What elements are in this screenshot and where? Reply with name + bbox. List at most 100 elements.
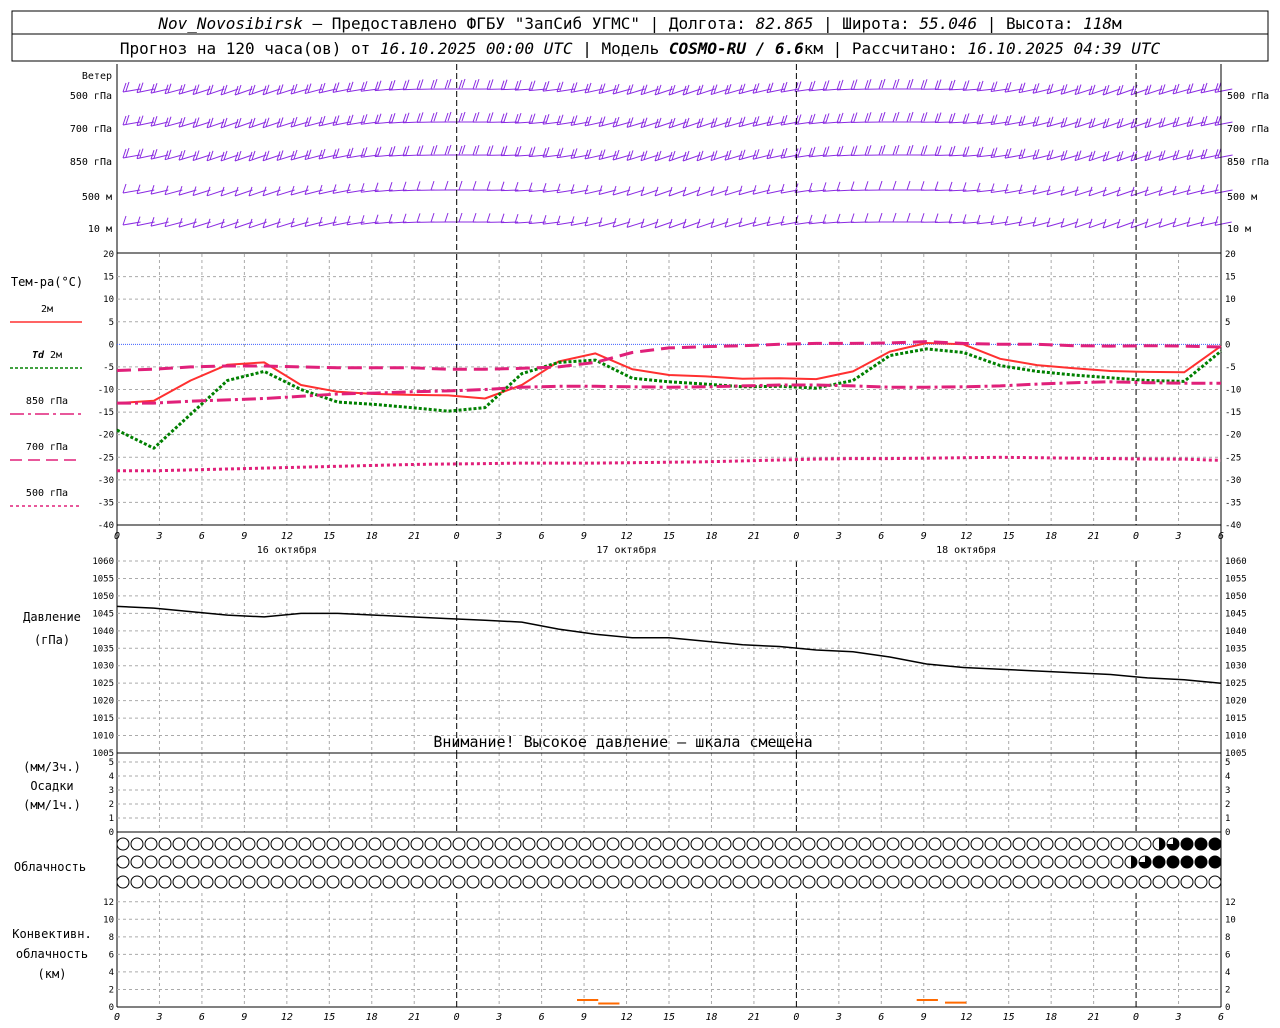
- cloud-circle: [649, 856, 661, 868]
- cloud-circle: [411, 876, 423, 888]
- time-tick: 6: [199, 1012, 205, 1023]
- cloud-circle: [299, 838, 311, 850]
- cloud-circle: [677, 876, 689, 888]
- cloud-circle: [943, 838, 955, 850]
- wind-level-label: 500 м: [82, 192, 112, 203]
- cloud-circle: [985, 856, 997, 868]
- cloud-circle: [1181, 856, 1193, 868]
- cloud-circle: [257, 876, 269, 888]
- cloud-circle: [1069, 856, 1081, 868]
- time-tick: 3: [155, 531, 162, 542]
- cloud-circle: [467, 838, 479, 850]
- pressure-ytick: 1010: [1225, 732, 1247, 742]
- pressure-ytick: 1025: [1225, 679, 1247, 689]
- cloud-circle: [299, 876, 311, 888]
- cloud-circle: [859, 838, 871, 850]
- temp-ytick: 5: [1225, 318, 1230, 328]
- cloud-circle: [761, 838, 773, 850]
- header-line2: Прогноз на 120 часа(ов) от 16.10.2025 00…: [120, 39, 1161, 58]
- cloud-circle: [915, 856, 927, 868]
- cloud-circle: [551, 876, 563, 888]
- time-tick: 15: [663, 531, 675, 542]
- cloud-circle: [789, 876, 801, 888]
- pressure-warning: Внимание! Высокое давление – шкала смеще…: [433, 733, 812, 751]
- cloud-circle: [1013, 876, 1025, 888]
- precip-ytick: 2: [109, 800, 114, 810]
- cloud-circle: [257, 838, 269, 850]
- cloud-circle: [425, 856, 437, 868]
- precip-unit-top: (мм/3ч.): [23, 760, 81, 774]
- cloud-circle: [229, 876, 241, 888]
- cloud-circle: [691, 838, 703, 850]
- cloud-circle: [775, 838, 787, 850]
- model-label: | Модель: [573, 39, 669, 58]
- cloud-circle: [789, 838, 801, 850]
- cloud-circle: [649, 838, 661, 850]
- cloud-circle: [453, 856, 465, 868]
- cloud-circle: [1181, 838, 1193, 850]
- cloud-circle: [999, 876, 1011, 888]
- alt-value: 118: [1083, 14, 1112, 33]
- temp-ytick: -35: [98, 498, 114, 508]
- time-tick: 12: [621, 531, 633, 542]
- cloud-circle: [201, 838, 213, 850]
- pressure-ytick: 1050: [1225, 592, 1247, 602]
- cloud-circle: [1153, 876, 1165, 888]
- pressure-ytick: 1035: [1225, 644, 1247, 654]
- cloud-circle: [1153, 856, 1165, 868]
- cloud-circle: [1041, 838, 1053, 850]
- time-tick: 15: [1003, 1012, 1015, 1023]
- cloud-circle: [411, 856, 423, 868]
- time-tick: 3: [1175, 1012, 1182, 1023]
- cloud-circle: [229, 838, 241, 850]
- conv-ytick: 4: [1225, 968, 1230, 978]
- cloud-circle: [747, 856, 759, 868]
- cloud-circle: [565, 876, 577, 888]
- cloud-circle: [383, 856, 395, 868]
- pressure-ytick: 1055: [1225, 574, 1247, 584]
- cloud-circle: [1195, 876, 1207, 888]
- time-tick: 12: [281, 531, 293, 542]
- cloud-circle: [117, 876, 129, 888]
- cloud-circle: [873, 876, 885, 888]
- cloud-circle: [607, 876, 619, 888]
- cloud-circle: [215, 838, 227, 850]
- cloud-circle: [943, 876, 955, 888]
- cloud-circle: [579, 856, 591, 868]
- temp-ytick: -20: [1225, 431, 1241, 441]
- pressure-ytick: 1040: [92, 627, 114, 637]
- meteogram-svg: Nov_Novosibirsk – Предоставлено ФГБУ "За…: [0, 0, 1280, 1024]
- conv-ytick: 8: [109, 933, 114, 943]
- cloud-circle: [243, 876, 255, 888]
- cloud-circle: [313, 838, 325, 850]
- cloud-circle: [159, 838, 171, 850]
- cloud-circle: [551, 838, 563, 850]
- cloud-circle: [495, 838, 507, 850]
- cloud-circle: [117, 838, 129, 850]
- wind-level-label: 500 м: [1227, 192, 1257, 203]
- lon-label: Долгота:: [669, 14, 756, 33]
- temp-ytick: -5: [103, 363, 114, 373]
- time-tick: 21: [1088, 531, 1100, 542]
- cloud-circle: [565, 838, 577, 850]
- temp-legend-label: 850 гПа: [26, 396, 68, 407]
- cloud-circle: [831, 856, 843, 868]
- cloud-circle: [1097, 856, 1109, 868]
- conv-title-2: облачность: [16, 947, 88, 961]
- cloud-circle: [355, 838, 367, 850]
- time-tick: 9: [241, 1012, 247, 1023]
- cloud-circle: [901, 876, 913, 888]
- cloud-circle: [173, 856, 185, 868]
- time-tick: 18: [1045, 1012, 1057, 1023]
- pressure-ytick: 1045: [1225, 609, 1247, 619]
- cloud-circle: [131, 876, 143, 888]
- time-tick: 18: [366, 1012, 378, 1023]
- temp-ytick: -25: [98, 453, 114, 463]
- cloud-circle: [621, 876, 633, 888]
- cloud-circle: [509, 856, 521, 868]
- temp-ytick: -30: [98, 476, 114, 486]
- cloud-circle: [775, 876, 787, 888]
- time-tick: 6: [878, 1012, 884, 1023]
- cloud-circle: [845, 856, 857, 868]
- cloud-circle: [593, 856, 605, 868]
